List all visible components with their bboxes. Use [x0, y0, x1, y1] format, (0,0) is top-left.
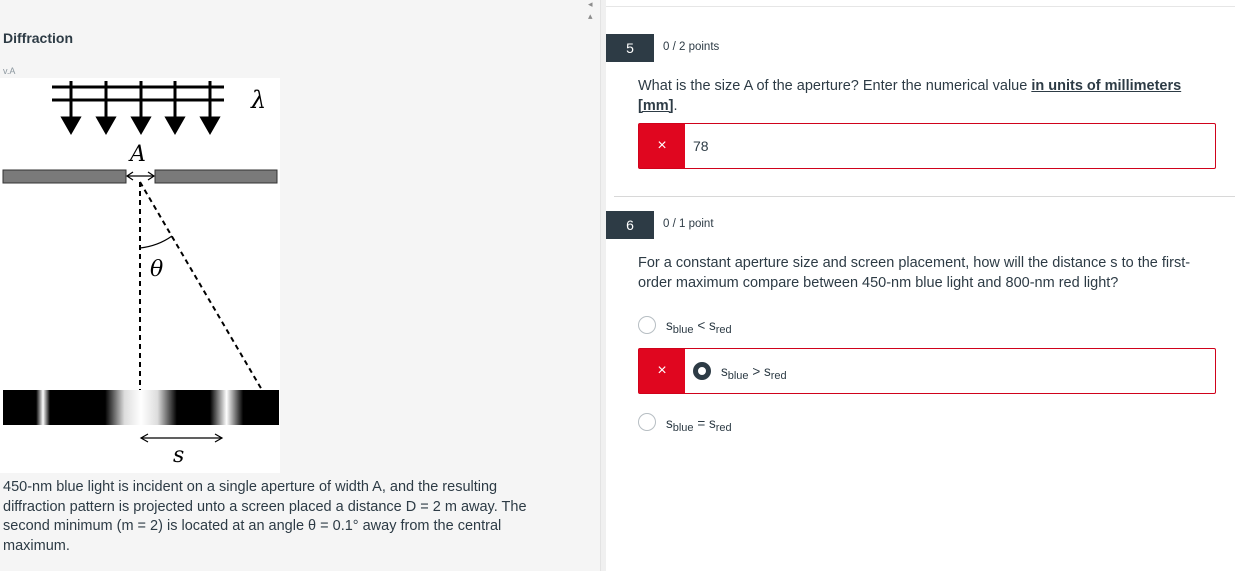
problem-panel: Diffraction v.A λ A θ s 450-nm blue ligh…: [0, 0, 600, 571]
question-points: 0 / 1 point: [663, 218, 714, 230]
question-points: 0 / 2 points: [663, 41, 720, 53]
problem-description: 450-nm blue light is incident on a singl…: [3, 479, 527, 554]
question-number-badge: 6: [606, 211, 654, 239]
option-label-3: sblue = sred: [666, 416, 732, 434]
top-divider: [606, 6, 1235, 7]
selected-option-box[interactable]: × sblue > sred: [638, 348, 1216, 394]
question-text: What is the size A of the aperture? Ente…: [638, 77, 1198, 116]
question-text-main: What is the size A of the aperture? Ente…: [638, 78, 1032, 94]
aperture-width-arrow: [125, 171, 156, 181]
scroll-up-arrow-icon[interactable]: ▴: [588, 12, 593, 21]
option-label-1: sblue < sred: [666, 318, 732, 336]
theta-label: θ: [150, 257, 163, 282]
scroll-left-arrow-icon[interactable]: ◂: [588, 0, 593, 9]
incident-light-arrows: [52, 81, 224, 136]
diffraction-pattern: [3, 390, 279, 425]
question-text-end: .: [673, 97, 678, 114]
lambda-label: λ: [250, 86, 266, 114]
answer-value: 78: [693, 138, 709, 154]
problem-title: Diffraction: [3, 30, 73, 46]
angle-dashed-line: [139, 181, 263, 391]
question-text: For a constant aperture size and screen …: [638, 255, 1191, 291]
s-label: s: [173, 443, 184, 468]
diffraction-figure: λ A θ s: [0, 78, 280, 473]
barrier-left: [2, 169, 127, 184]
answer-field[interactable]: × 78: [638, 123, 1216, 169]
incorrect-icon: ×: [639, 124, 685, 168]
option-label-2: sblue > sred: [721, 364, 787, 382]
question-number-badge: 5: [606, 34, 654, 62]
question-divider: [614, 196, 1235, 197]
incorrect-icon: ×: [639, 349, 685, 393]
barrier-right: [154, 169, 278, 184]
radio-option-2[interactable]: [693, 362, 711, 380]
radio-option-3[interactable]: [638, 413, 656, 431]
aperture-label: A: [128, 142, 146, 167]
radio-option-1[interactable]: [638, 316, 656, 334]
version-label: v.A: [3, 66, 16, 76]
theta-arc: [139, 235, 173, 249]
s-distance-arrow: [139, 433, 224, 443]
questions-panel: 5 0 / 2 points What is the size A of the…: [606, 0, 1235, 571]
